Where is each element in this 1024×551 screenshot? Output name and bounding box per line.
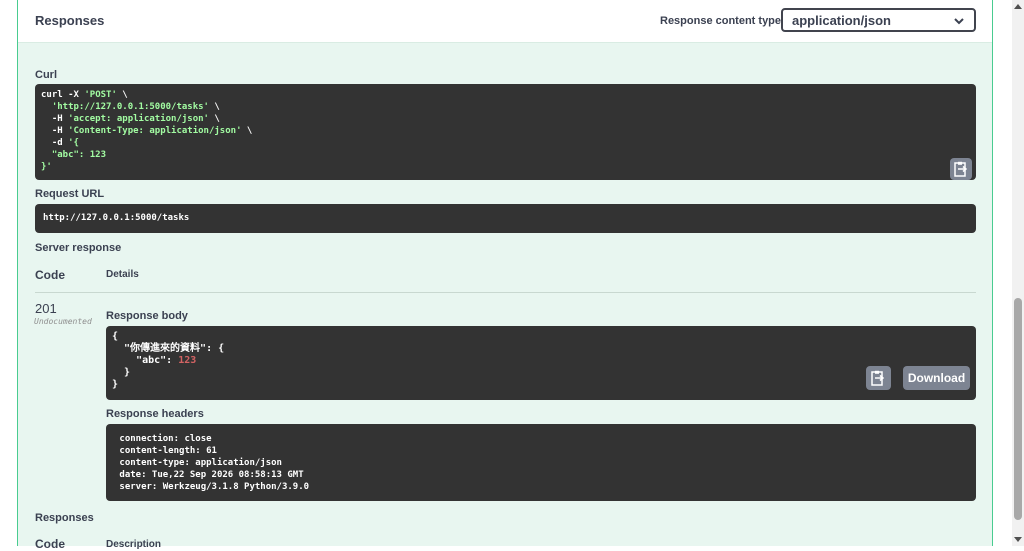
code-token: }' (41, 162, 52, 172)
code-line: -d '{ (41, 137, 970, 149)
code-column-header: Code (35, 268, 65, 282)
code-line: } (112, 367, 970, 379)
code-line: }' (41, 161, 970, 173)
chevron-down-icon (954, 18, 964, 25)
responses-code-column-header: Code (35, 537, 65, 551)
copy-response-button[interactable] (866, 366, 891, 390)
response-body-label: Response body (106, 310, 188, 322)
code-token: } (112, 379, 119, 390)
responses-title: Responses (35, 13, 105, 28)
code-token: } (112, 367, 131, 378)
response-header-line: content-type: application/json (114, 458, 288, 468)
scroll-up-arrow-icon[interactable] (1014, 4, 1022, 9)
response-header-line: content-length: 61 (114, 446, 223, 456)
response-header-line: server: Werkzeug/3.1.8 Python/3.9.0 (114, 482, 315, 492)
response-header-line: connection: close (114, 434, 217, 444)
undocumented-note: Undocumented (34, 317, 92, 326)
code-token: "abc": (112, 355, 179, 366)
code-token: { (112, 331, 119, 342)
request-url-block: http://127.0.0.1:5000/tasks (35, 204, 976, 233)
code-line: } (112, 379, 970, 391)
code-line: { (112, 331, 970, 343)
code-token: -H (41, 126, 69, 136)
details-column-header: Details (106, 269, 139, 280)
status-code: 201 (35, 301, 57, 316)
responses-panel: Responses Response content type applicat… (17, 0, 993, 551)
code-token: -H (41, 114, 69, 124)
code-token: 'Content-Type: application/json' (68, 126, 242, 136)
code-token: \ (208, 102, 220, 112)
copy-icon (954, 161, 968, 177)
response-content-type-label: Response content type (660, 15, 782, 27)
request-url-label: Request URL (35, 188, 105, 200)
response-body-block: { "你傳進來的資料": { "abc": 123 }} (106, 326, 976, 400)
request-url-value: http://127.0.0.1:5000/tasks (43, 213, 190, 223)
response-headers-label: Response headers (106, 408, 204, 420)
response-content-type-select[interactable]: application/json (781, 8, 976, 32)
code-token: -d (41, 138, 69, 148)
code-token: "abc": 123 (41, 150, 107, 160)
response-header-line: date: Tue,22 Sep 2026 08:58:13 GMT (114, 470, 310, 480)
response-headers-block: connection: close content-length: 61 con… (106, 424, 976, 501)
download-button[interactable]: Download (903, 366, 970, 390)
curl-command: curl -X 'POST' \ 'http://127.0.0.1:5000/… (41, 89, 970, 173)
code-token: 'http://127.0.0.1:5000/tasks' (51, 102, 209, 112)
code-line: curl -X 'POST' \ (41, 89, 970, 101)
curl-code-block: curl -X 'POST' \ 'http://127.0.0.1:5000/… (35, 84, 976, 180)
server-response-label: Server response (35, 242, 122, 254)
code-token: 'accept: application/json' (68, 114, 209, 124)
response-body-json: { "你傳進來的資料": { "abc": 123 }} (112, 331, 970, 391)
code-token: \ (208, 114, 220, 124)
description-column-header: Description (106, 539, 162, 550)
code-token: '{ (68, 138, 79, 148)
code-line: "abc": 123 (41, 149, 970, 161)
code-token: 'POST' (84, 90, 117, 100)
code-token: \ (116, 90, 128, 100)
copy-icon (871, 370, 885, 386)
code-line: "abc": 123 (112, 355, 970, 367)
vertical-scrollbar[interactable] (1012, 0, 1024, 546)
curl-label: Curl (35, 69, 57, 81)
scrollbar-thumb[interactable] (1014, 298, 1022, 520)
code-token: "你傳進來的資料": { (112, 343, 225, 354)
code-line: -H 'Content-Type: application/json' \ (41, 125, 970, 137)
divider (35, 292, 976, 293)
code-line: 'http://127.0.0.1:5000/tasks' \ (41, 101, 970, 113)
code-line: -H 'accept: application/json' \ (41, 113, 970, 125)
responses-section-label: Responses (35, 512, 94, 524)
scroll-down-arrow-icon[interactable] (1014, 537, 1022, 542)
response-headers-text: connection: close content-length: 61 con… (114, 433, 968, 493)
code-token: 123 (178, 355, 197, 366)
code-line: "你傳進來的資料": { (112, 343, 970, 355)
copy-curl-button[interactable] (950, 158, 972, 180)
responses-header: Responses Response content type applicat… (18, 0, 992, 43)
code-token: curl -X (41, 90, 85, 100)
code-token: \ (241, 126, 253, 136)
response-content-type-value: application/json (792, 13, 891, 28)
